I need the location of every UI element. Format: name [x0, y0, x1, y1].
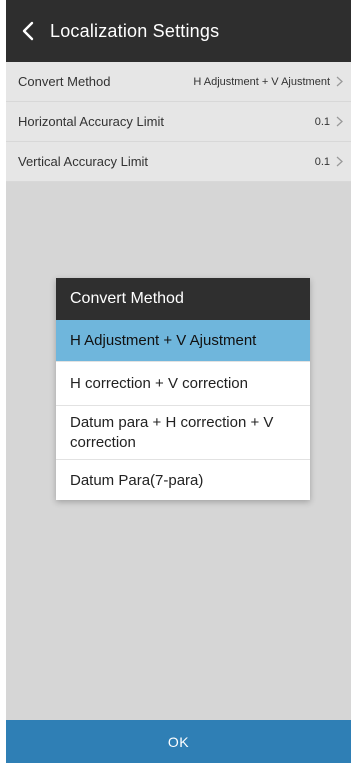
chevron-left-icon	[22, 21, 34, 41]
setting-label: Convert Method	[18, 74, 111, 89]
setting-row-horizontal-accuracy[interactable]: Horizontal Accuracy Limit 0.1	[6, 102, 351, 142]
app-header: Localization Settings	[6, 0, 351, 62]
dialog-title: Convert Method	[56, 278, 310, 320]
setting-label: Horizontal Accuracy Limit	[18, 114, 164, 129]
setting-label: Vertical Accuracy Limit	[18, 154, 149, 169]
dialog-option-datum-para-correction[interactable]: Datum para + H correction + V correction	[56, 406, 310, 460]
dialog-option-h-correction[interactable]: H correction + V correction	[56, 362, 310, 406]
chevron-right-icon	[336, 116, 343, 127]
chevron-right-icon	[336, 76, 343, 87]
setting-row-convert-method[interactable]: Convert Method H Adjustment + V Ajustmen…	[6, 62, 351, 102]
setting-value: H Adjustment + V Ajustment	[193, 75, 330, 88]
chevron-right-icon	[336, 156, 343, 167]
dialog-option-h-adjustment[interactable]: H Adjustment + V Ajustment	[56, 320, 310, 362]
page-title: Localization Settings	[50, 20, 220, 41]
setting-value: 0.1	[314, 155, 330, 168]
screen: Localization Settings Convert Method H A…	[6, 0, 351, 763]
ok-button[interactable]: OK	[6, 720, 351, 763]
dialog-option-datum-7-para[interactable]: Datum Para(7-para)	[56, 460, 310, 500]
back-button[interactable]	[6, 0, 50, 62]
settings-list: Convert Method H Adjustment + V Ajustmen…	[6, 62, 351, 182]
setting-value: 0.1	[314, 115, 330, 128]
setting-row-vertical-accuracy[interactable]: Vertical Accuracy Limit 0.1	[6, 142, 351, 182]
convert-method-dialog: Convert Method H Adjustment + V Ajustmen…	[56, 278, 310, 500]
